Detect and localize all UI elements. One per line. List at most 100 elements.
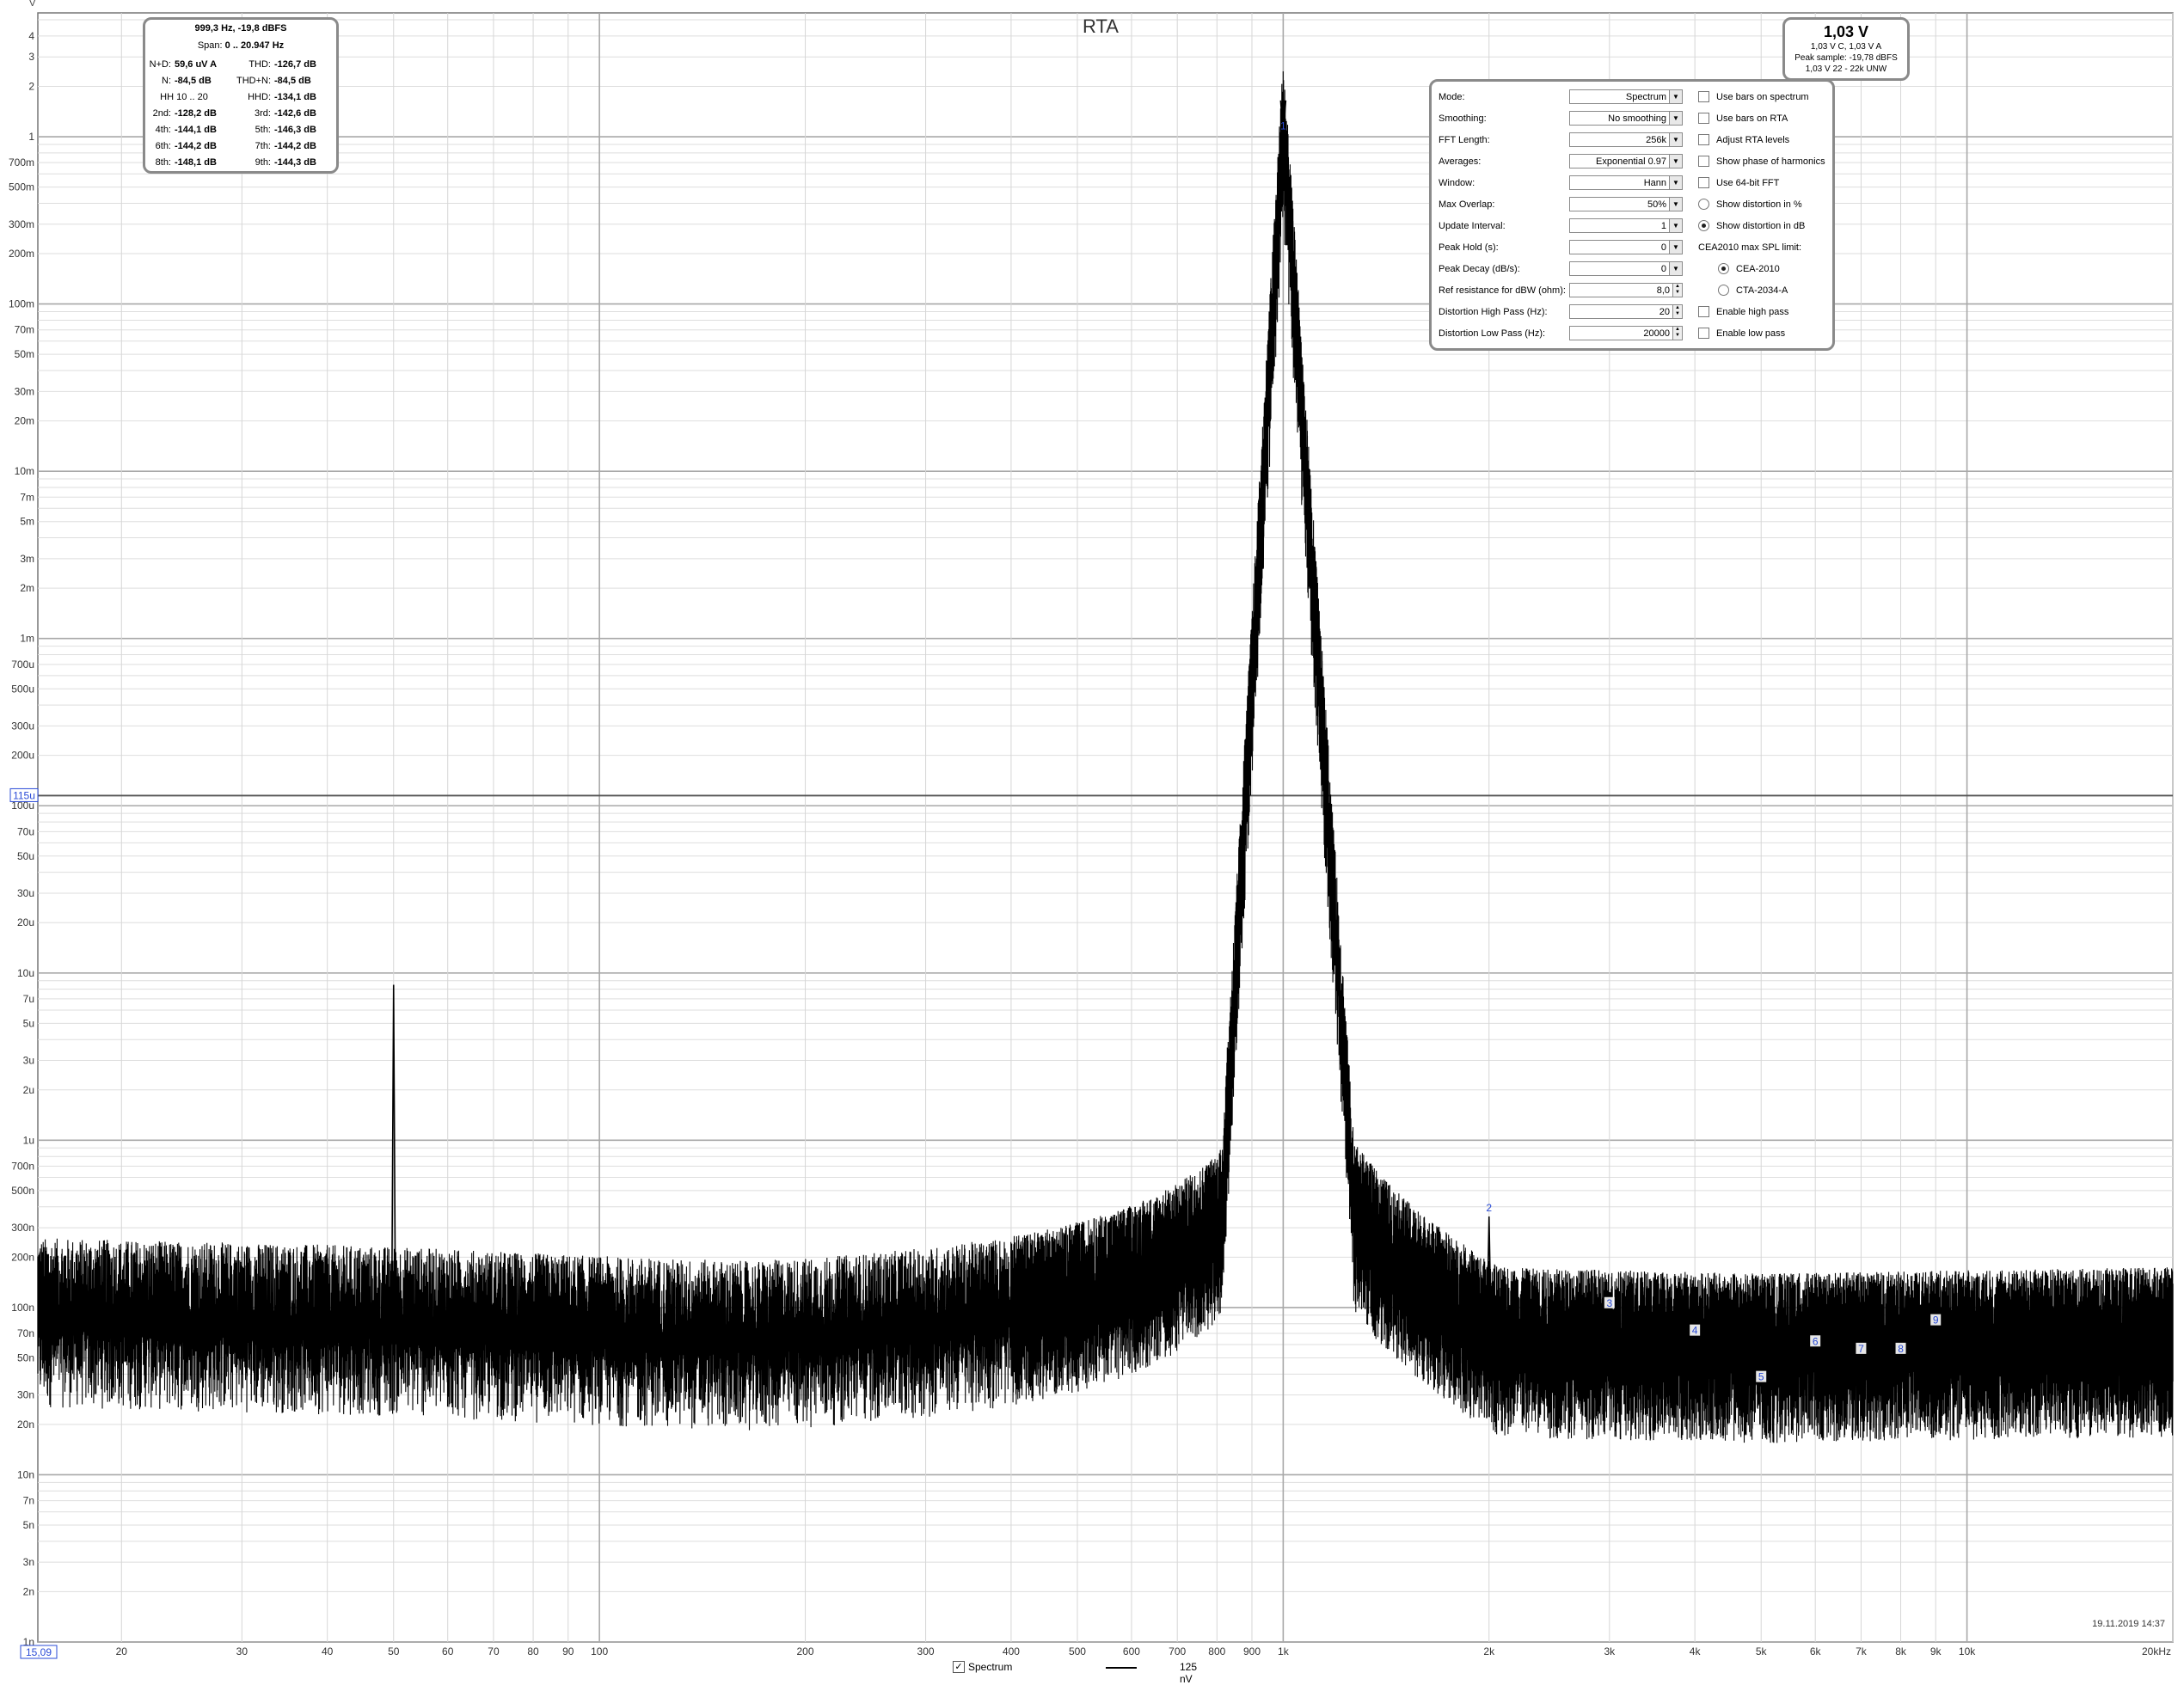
x-tick-label: 4k: [1690, 1645, 1702, 1657]
row-max-overlap: Max Overlap: 50% ▼ Show distortion in %: [1432, 196, 1832, 213]
chevron-down-icon[interactable]: ▼: [1669, 241, 1682, 254]
x-tick-label: 300: [917, 1645, 935, 1657]
harmonic-marker-7: 7: [1856, 1342, 1867, 1355]
info-value: -144,1 dB: [175, 125, 217, 135]
use-bars-spectrum-checkbox[interactable]: [1698, 91, 1709, 102]
row-fft-length: FFT Length: 256k ▼ Adjust RTA levels: [1432, 132, 1832, 149]
y-tick-label: 20m: [15, 415, 34, 427]
x-tick-label: 1k: [1278, 1645, 1290, 1657]
spectrum-visibility-checkbox[interactable]: ✓: [953, 1661, 965, 1673]
fft-length-value: 256k: [1646, 135, 1666, 145]
adjust-rta-checkbox[interactable]: [1698, 134, 1709, 145]
y-tick-label: 1u: [23, 1134, 34, 1146]
peak-decay-select[interactable]: 0 ▼: [1569, 261, 1683, 276]
y-tick-label: 5n: [23, 1519, 34, 1531]
info-label: 9th:: [255, 157, 271, 168]
x-start-label: 15,09: [20, 1645, 58, 1659]
harmonic-marker-9: 9: [1930, 1314, 1942, 1327]
x-tick-label: 50: [388, 1645, 400, 1657]
y-tick-label: 200m: [9, 248, 34, 260]
chevron-down-icon[interactable]: ▼: [1669, 133, 1682, 146]
y-tick-label: 300m: [9, 218, 34, 230]
smoothing-select[interactable]: No smoothing ▼: [1569, 111, 1683, 126]
info-span: Span: 0 .. 20.947 Hz: [145, 40, 336, 51]
cursor-label: 115u: [9, 787, 39, 802]
timestamp: 19.11.2019 14:37: [2092, 1619, 2165, 1629]
use-64bit-checkbox[interactable]: [1698, 177, 1709, 188]
cta2034-radio[interactable]: [1718, 285, 1729, 296]
update-interval-select[interactable]: 1 ▼: [1569, 218, 1683, 233]
info-label: 8th:: [155, 157, 171, 168]
chevron-down-icon[interactable]: ▼: [1669, 176, 1682, 189]
legend-series-name: Spectrum: [968, 1661, 1013, 1673]
show-dist-pct-radio[interactable]: [1698, 199, 1709, 210]
y-axis-unit: V: [29, 0, 36, 9]
info-span-value: 0 .. 20.947 Hz: [224, 40, 285, 51]
row-peak-hold: Peak Hold (s): 0 ▼ CEA2010 max SPL limit:: [1432, 239, 1832, 256]
use-bars-rta-checkbox[interactable]: [1698, 113, 1709, 124]
info-value: -134,1 dB: [274, 92, 316, 102]
enable-low-pass-checkbox[interactable]: [1698, 328, 1709, 339]
info-value: -128,2 dB: [175, 108, 217, 119]
distortion-info-box[interactable]: 999,3 Hz, -19,8 dBFS Span: 0 .. 20.947 H…: [143, 17, 339, 174]
use-bars-spectrum-label: Use bars on spectrum: [1716, 92, 1809, 102]
max-overlap-select[interactable]: 50% ▼: [1569, 197, 1683, 211]
harmonic-marker-2: 2: [1486, 1202, 1492, 1214]
y-tick-label: 10u: [17, 967, 34, 979]
info-label: HHD:: [248, 92, 271, 102]
cea-header: CEA2010 max SPL limit:: [1698, 242, 1802, 253]
peak-hold-select[interactable]: 0 ▼: [1569, 240, 1683, 254]
info-value: 59,6 uV A: [175, 59, 218, 70]
peak-hold-label: Peak Hold (s):: [1439, 242, 1499, 253]
level-meter-box[interactable]: 1,03 V 1,03 V C, 1,03 V A Peak sample: -…: [1782, 17, 1910, 81]
chevron-down-icon[interactable]: ▼: [1669, 198, 1682, 211]
info-label: 5th:: [255, 125, 271, 135]
rta-plot[interactable]: 4 3 2 1 700m 500m 300m 200m 100m 70m 50m 30m 20m 10m 7…: [0, 0, 2184, 1681]
dist-low-pass-spinner[interactable]: 20000 ▲ ▼: [1569, 326, 1683, 340]
show-dist-db-radio[interactable]: [1698, 220, 1709, 231]
legend-line-swatch: [1106, 1667, 1137, 1669]
row-peak-decay: Peak Decay (dB/s): 0 ▼ CEA-2010: [1432, 260, 1832, 278]
dist-high-pass-spinner[interactable]: 20 ▲ ▼: [1569, 304, 1683, 319]
ref-resistance-spinner[interactable]: 8,0 ▲ ▼: [1569, 283, 1683, 297]
dist-low-pass-label: Distortion Low Pass (Hz):: [1439, 328, 1546, 339]
info-value: -84,5 dB: [175, 76, 212, 86]
harmonic-marker-4: 4: [1690, 1324, 1701, 1337]
graph-title: RTA: [1083, 15, 1119, 37]
y-tick-label: 30m: [15, 385, 34, 397]
x-tick-label: 6k: [1810, 1645, 1822, 1657]
x-start-text: 15,09: [26, 1646, 52, 1658]
averages-select[interactable]: Exponential 0.97 ▼: [1569, 154, 1683, 168]
cea2010-radio[interactable]: [1718, 263, 1729, 274]
x-tick-label: 40: [322, 1645, 334, 1657]
spinner-arrows-icon[interactable]: ▲ ▼: [1672, 327, 1682, 340]
y-tick-label: 4: [28, 30, 34, 42]
enable-high-pass-checkbox[interactable]: [1698, 306, 1709, 317]
y-tick-label: 20u: [17, 916, 34, 928]
fft-length-select[interactable]: 256k ▼: [1569, 132, 1683, 147]
x-tick-label: 800: [1208, 1645, 1225, 1657]
marker-label: 1: [1280, 120, 1286, 132]
harmonic-marker-1: 1: [1280, 120, 1286, 132]
level-main: 1,03 V: [1823, 23, 1869, 40]
mode-select[interactable]: Spectrum ▼: [1569, 89, 1683, 104]
chevron-down-icon[interactable]: ▼: [1669, 112, 1682, 125]
marker-label: 8: [1898, 1343, 1904, 1355]
chevron-down-icon[interactable]: ▼: [1669, 262, 1682, 275]
y-tick-label: 1m: [20, 633, 34, 645]
chevron-down-icon[interactable]: ▼: [1669, 219, 1682, 232]
show-phase-checkbox[interactable]: [1698, 156, 1709, 167]
y-tick-label: 2m: [20, 582, 34, 594]
spinner-arrows-icon[interactable]: ▲ ▼: [1672, 305, 1682, 318]
window-select[interactable]: Hann ▼: [1569, 175, 1683, 190]
y-tick-label: 70n: [17, 1327, 34, 1339]
harmonic-marker-6: 6: [1810, 1335, 1821, 1347]
chevron-down-icon[interactable]: ▼: [1669, 155, 1682, 168]
enable-high-pass-label: Enable high pass: [1716, 307, 1789, 317]
y-tick-label: 50m: [15, 348, 34, 360]
x-tick-label: 9k: [1930, 1645, 1942, 1657]
spinner-arrows-icon[interactable]: ▲ ▼: [1672, 284, 1682, 297]
info-value: -148,1 dB: [175, 157, 217, 168]
info-span-label: Span:: [197, 40, 223, 51]
chevron-down-icon[interactable]: ▼: [1669, 90, 1682, 103]
